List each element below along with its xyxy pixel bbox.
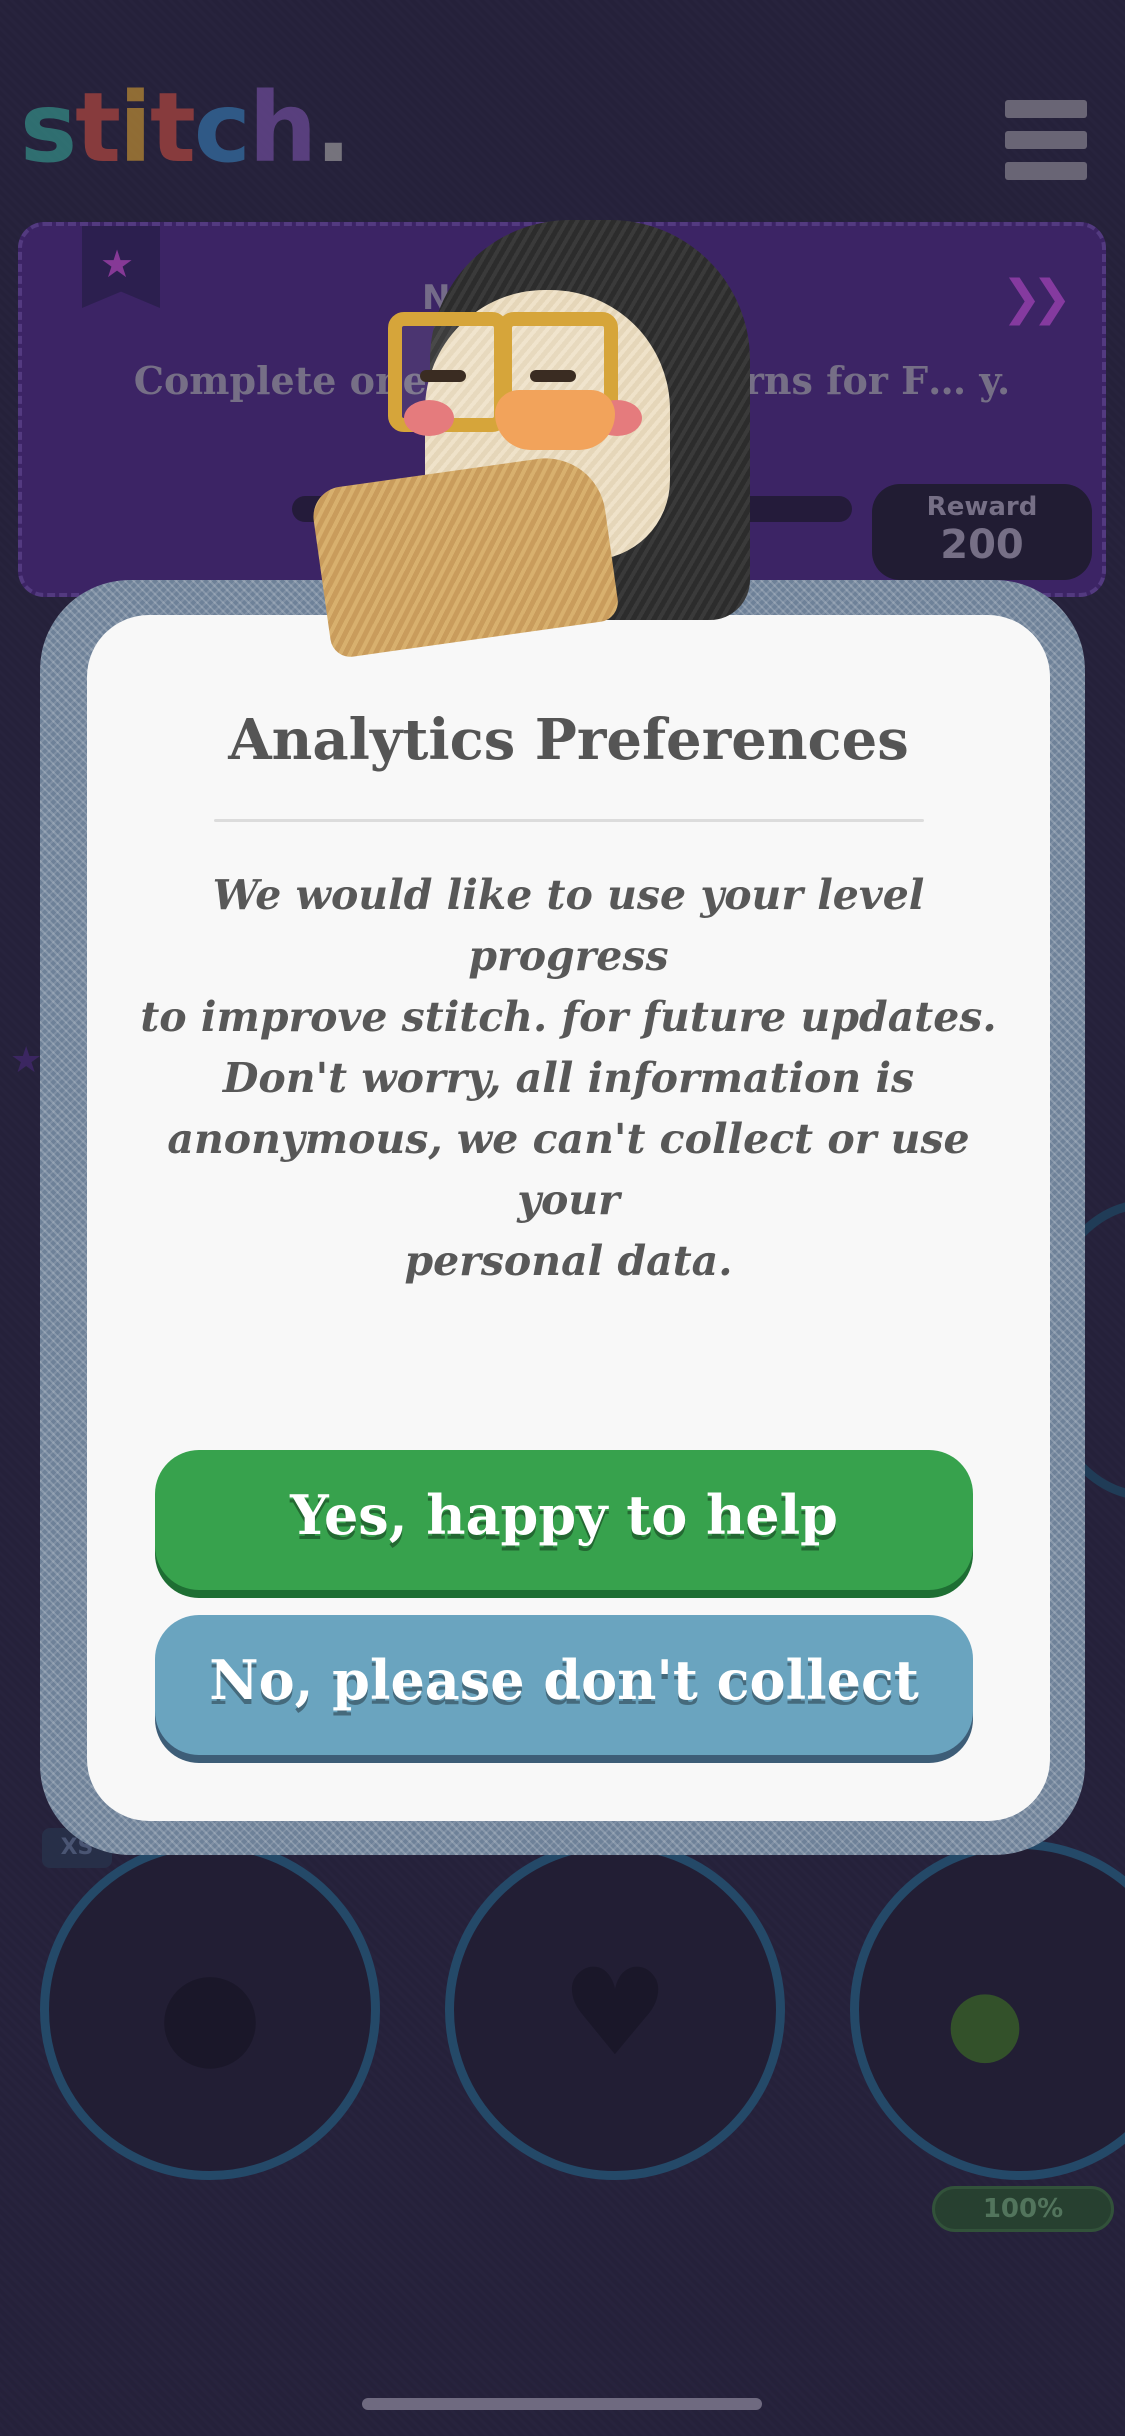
decline-analytics-button[interactable]: No, please don't collect	[155, 1615, 973, 1755]
dialog-title: Analytics Preferences	[228, 707, 909, 773]
dialog-message: We would like to use your level progress…	[140, 871, 997, 1285]
home-indicator[interactable]	[362, 2398, 762, 2410]
app-screen: stitch. ★ N ❯❯ Complete one or … the Pat…	[0, 0, 1125, 2436]
analytics-preferences-dialog: Analytics Preferences We would like to u…	[87, 615, 1050, 1821]
accept-analytics-button[interactable]: Yes, happy to help	[155, 1450, 973, 1590]
divider	[214, 819, 924, 822]
scroll-icon	[309, 450, 621, 660]
penguin-mascot-illustration	[309, 220, 750, 660]
